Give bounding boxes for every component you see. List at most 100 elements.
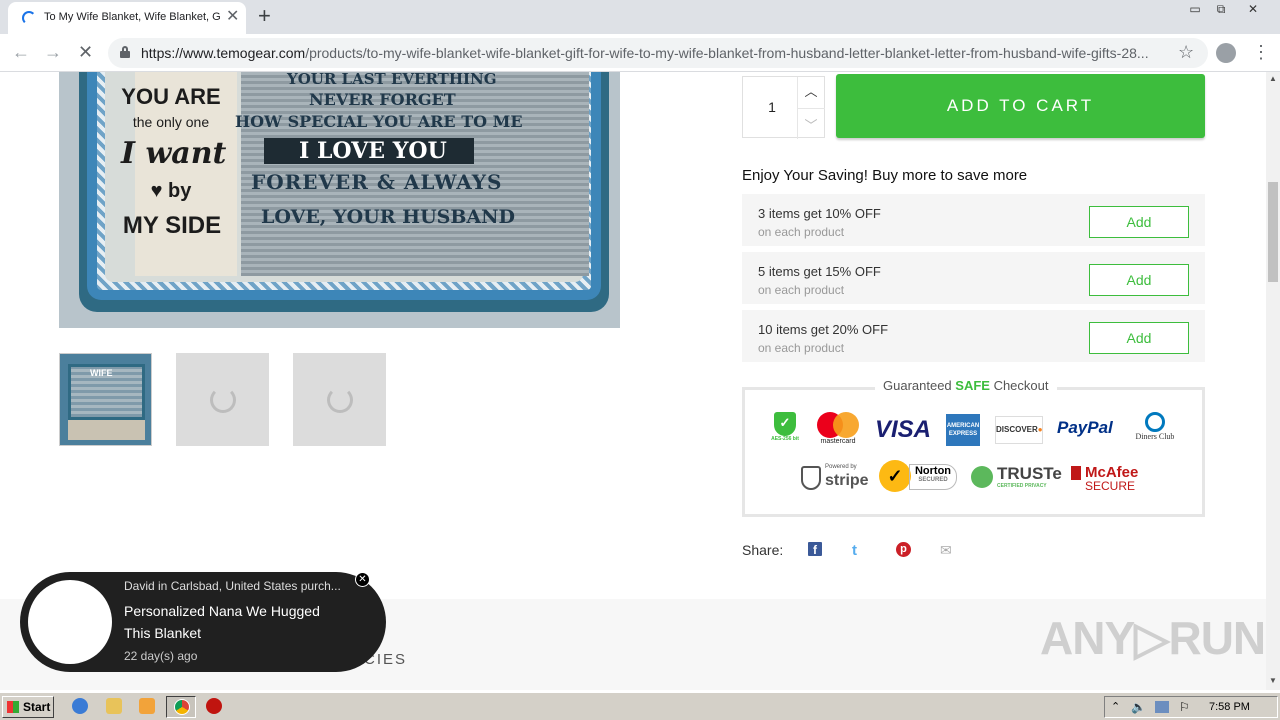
quantity-stepper[interactable]: 1 ︿ ﹀ <box>742 76 825 139</box>
product-thumbnail-3[interactable] <box>293 353 386 446</box>
tier-subtitle: on each product <box>758 283 845 297</box>
mastercard-logo: mastercard <box>815 412 861 445</box>
email-icon[interactable]: ✉ <box>940 542 952 559</box>
saving-title: Enjoy Your Saving! Buy more to save more <box>742 167 1028 184</box>
page-scrollbar[interactable]: ▲ ▼ <box>1266 72 1280 690</box>
quantity-input[interactable]: 1 <box>743 99 801 115</box>
quantity-increase-icon[interactable]: ︿ <box>797 81 825 100</box>
back-icon[interactable]: ← <box>12 42 30 62</box>
ie-icon[interactable] <box>72 698 88 714</box>
chrome-taskbar-button[interactable] <box>166 696 196 718</box>
screen: To My Wife Blanket, Wife Blanket, G ✕ + … <box>0 0 1280 720</box>
network-icon[interactable] <box>1155 701 1169 713</box>
blanket-line2: NEVER FORGET <box>309 90 456 109</box>
scroll-thumb[interactable] <box>1268 182 1278 282</box>
add-to-cart-button[interactable]: ADD TO CART <box>836 74 1205 138</box>
tier-title: 10 items get 20% OFF <box>758 322 889 337</box>
start-button[interactable]: Start <box>2 696 54 718</box>
tier-subtitle: on each product <box>758 225 845 239</box>
pinterest-icon[interactable]: p <box>896 542 911 557</box>
windows-flag-icon <box>7 701 19 713</box>
lock-icon[interactable] <box>120 46 130 58</box>
tier-title: 5 items get 15% OFF <box>758 264 881 279</box>
twitter-icon[interactable]: t <box>852 542 857 559</box>
norton-logo: ✓ Norton SECURED <box>879 460 959 494</box>
discover-logo: DISCOVER● <box>995 416 1043 444</box>
safe-checkout-title: Guaranteed SAFE Checkout <box>875 378 1057 393</box>
product-thumbnail-2[interactable] <box>176 353 269 446</box>
page-viewport: YOUR LAST EVERTHING NEVER FORGET HOW SPE… <box>0 72 1266 690</box>
tab-close-icon[interactable]: ✕ <box>226 8 239 26</box>
minimize-button[interactable]: ▭ <box>1182 0 1208 18</box>
product-avatar <box>28 580 112 664</box>
tier-add-button[interactable]: Add <box>1089 322 1189 354</box>
url-text[interactable]: https://www.temogear.com/products/to-my-… <box>141 45 1161 61</box>
blanket-line4: I LOVE YOU <box>299 138 447 164</box>
tier-add-button[interactable]: Add <box>1089 264 1189 296</box>
volume-icon[interactable]: 🔈 <box>1131 700 1146 714</box>
visa-logo: VISA <box>875 416 932 443</box>
blanket-line3: HOW SPECIAL YOU ARE TO ME <box>235 112 523 131</box>
product-main-image[interactable]: YOUR LAST EVERTHING NEVER FORGET HOW SPE… <box>59 72 620 328</box>
new-tab-button[interactable]: + <box>258 4 271 28</box>
safe-checkout-box: Guaranteed SAFE Checkout ✓ AES-256 bit m… <box>742 378 1205 517</box>
browser-toolbar: ← → ✕ https://www.temogear.com/products/… <box>0 34 1280 72</box>
close-window-button[interactable]: ✕ <box>1240 0 1266 18</box>
loading-spinner-icon <box>327 387 353 413</box>
bookmark-star-icon[interactable]: ☆ <box>1178 42 1194 63</box>
discount-tier: 5 items get 15% OFF on each product Add <box>742 252 1205 304</box>
restore-button[interactable]: ⧉ <box>1208 0 1234 18</box>
browser-tab[interactable]: To My Wife Blanket, Wife Blanket, G ✕ <box>8 2 246 34</box>
truste-logo: TRUSTe CERTIFIED PRIVACY <box>971 464 1062 492</box>
flag-icon[interactable]: ⚐ <box>1179 700 1190 714</box>
menu-icon[interactable]: ⋮ <box>1252 42 1270 62</box>
amex-logo: AMERICAN EXPRESS <box>946 414 980 446</box>
share-label: Share: <box>742 542 784 558</box>
scroll-up-icon[interactable]: ▲ <box>1269 74 1277 83</box>
address-bar[interactable]: https://www.temogear.com/products/to-my-… <box>108 38 1208 68</box>
purchase-notification-popup[interactable]: David in Carlsbad, United States purch..… <box>20 572 386 672</box>
popup-buyer-text: David in Carlsbad, United States purch..… <box>124 579 341 593</box>
blanket-left5: MY SIDE <box>122 212 222 239</box>
tier-subtitle: on each product <box>758 341 845 355</box>
loading-icon <box>22 11 36 25</box>
tray-expand-icon[interactable]: ⌃ <box>1111 700 1120 713</box>
system-tray: ⌃ 🔈 ⚐ 7:58 PM <box>1104 696 1278 718</box>
product-thumbnail-1[interactable]: WIFE <box>59 353 152 446</box>
discount-tier: 3 items get 10% OFF on each product Add <box>742 194 1205 246</box>
blanket-left1: YOU ARE <box>121 84 221 109</box>
discount-tier: 10 items get 20% OFF on each product Add <box>742 310 1205 362</box>
folder-icon[interactable] <box>106 698 122 714</box>
mcafee-logo: McAfee SECURE <box>1071 464 1147 493</box>
anyrun-watermark: ANY▷RUN <box>1040 612 1266 664</box>
blanket-line1: YOUR LAST EVERTHING <box>287 72 497 88</box>
popup-close-icon[interactable]: ✕ <box>355 572 370 587</box>
tier-add-button[interactable]: Add <box>1089 206 1189 238</box>
tier-title: 3 items get 10% OFF <box>758 206 881 221</box>
opera-icon[interactable] <box>206 698 222 714</box>
blanket-line6: LOVE, YOUR HUSBAND <box>261 206 516 228</box>
scroll-down-icon[interactable]: ▼ <box>1269 676 1277 685</box>
quantity-decrease-icon[interactable]: ﹀ <box>797 115 825 134</box>
diners-club-logo: Diners Club <box>1129 412 1181 441</box>
blanket-left2: the only one <box>132 114 210 130</box>
blanket-left4: ♥ by <box>150 180 192 202</box>
popup-time: 22 day(s) ago <box>124 649 198 663</box>
tab-title: To My Wife Blanket, Wife Blanket, G <box>44 11 221 23</box>
profile-avatar-icon[interactable] <box>1216 43 1236 63</box>
clock[interactable]: 7:58 PM <box>1209 701 1250 713</box>
aes-shield-icon: ✓ AES-256 bit <box>769 412 801 442</box>
popup-product-link[interactable]: Personalized Nana We Hugged This Blanket <box>124 600 344 644</box>
loading-spinner-icon <box>210 387 236 413</box>
paypal-logo: PayPal <box>1057 418 1113 437</box>
media-player-icon[interactable] <box>139 698 155 714</box>
forward-icon[interactable]: → <box>44 42 62 62</box>
facebook-icon[interactable]: f <box>808 542 822 557</box>
tab-strip: To My Wife Blanket, Wife Blanket, G ✕ + … <box>0 0 1280 34</box>
stop-icon[interactable]: ✕ <box>78 42 93 62</box>
thumbnail-text: WIFE <box>90 368 113 378</box>
blanket-left3: I want <box>121 136 227 171</box>
blanket-line5: FOREVER & ALWAYS <box>251 170 503 194</box>
windows-taskbar: Start ⌃ 🔈 ⚐ 7:58 PM <box>0 692 1280 720</box>
stripe-logo: Powered by stripe <box>801 464 869 494</box>
